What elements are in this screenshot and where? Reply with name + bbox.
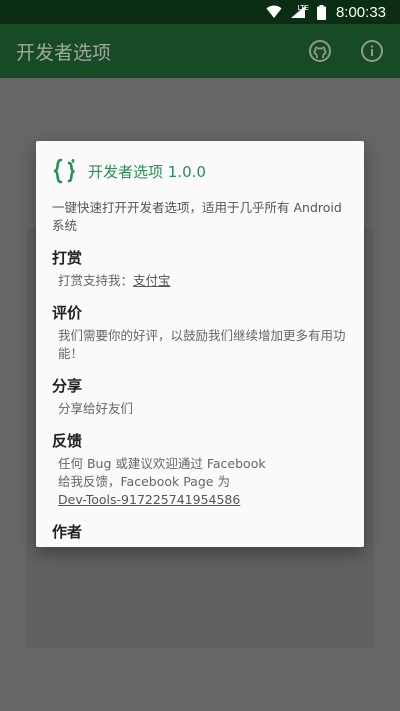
section-feedback: 反馈 任何 Bug 或建议欢迎通过 Facebook 给我反馈，Facebook… bbox=[36, 430, 364, 509]
battery-icon bbox=[316, 4, 326, 20]
braces-logo-icon bbox=[52, 157, 80, 185]
info-icon[interactable] bbox=[358, 37, 386, 65]
cell-signal-icon: LTE bbox=[290, 3, 309, 19]
section-rate[interactable]: 评价 我们需要你的好评，以鼓励我们继续增加更多有用功能！ bbox=[36, 302, 364, 363]
app-bar: 开发者选项 bbox=[0, 24, 400, 78]
section-title: 评价 bbox=[52, 304, 83, 322]
feedback-text-line1: 任何 Bug 或建议欢迎通过 Facebook bbox=[58, 456, 266, 471]
dialog-title: 开发者选项 1.0.0 bbox=[88, 162, 206, 181]
app-title: 开发者选项 bbox=[16, 41, 112, 64]
section-share[interactable]: 分享 分享给好友们 bbox=[36, 375, 364, 418]
section-donate: 打赏 打赏支持我：支付宝 bbox=[36, 247, 364, 290]
wifi-icon bbox=[266, 5, 282, 19]
share-text: 分享给好友们 bbox=[58, 401, 134, 416]
about-dialog: 开发者选项 1.0.0 一键快速打开开发者选项，适用于几乎所有 Android … bbox=[36, 141, 364, 547]
section-title: 分享 bbox=[52, 377, 83, 395]
section-title: 打赏 bbox=[52, 249, 83, 267]
status-time: 8:00:33 bbox=[335, 3, 386, 21]
network-type-label: LTE bbox=[297, 3, 309, 12]
app-actions bbox=[282, 24, 386, 78]
status-bar: LTE 8:00:33 bbox=[0, 0, 400, 24]
alipay-link[interactable]: 支付宝 bbox=[133, 273, 171, 288]
dialog-header: 开发者选项 1.0.0 bbox=[36, 141, 364, 193]
section-title: 作者 bbox=[52, 523, 83, 541]
donate-text: 打赏支持我： bbox=[58, 273, 134, 288]
section-title: 反馈 bbox=[52, 432, 83, 450]
section-body: 打赏支持我：支付宝 bbox=[52, 272, 348, 290]
section-body: 任何 Bug 或建议欢迎通过 Facebook 给我反馈，Facebook Pa… bbox=[52, 455, 348, 509]
section-author: 作者 bbox=[36, 521, 364, 542]
rate-text: 我们需要你的好评，以鼓励我们继续增加更多有用功能！ bbox=[58, 328, 346, 361]
app-description: 一键快速打开开发者选项，适用于几乎所有 Android 系统 bbox=[52, 200, 342, 233]
feedback-text-line2: 给我反馈，Facebook Page 为 bbox=[58, 474, 230, 489]
github-icon[interactable] bbox=[306, 37, 334, 65]
facebook-page-link[interactable]: Dev-Tools-917225741954586 bbox=[58, 491, 348, 509]
